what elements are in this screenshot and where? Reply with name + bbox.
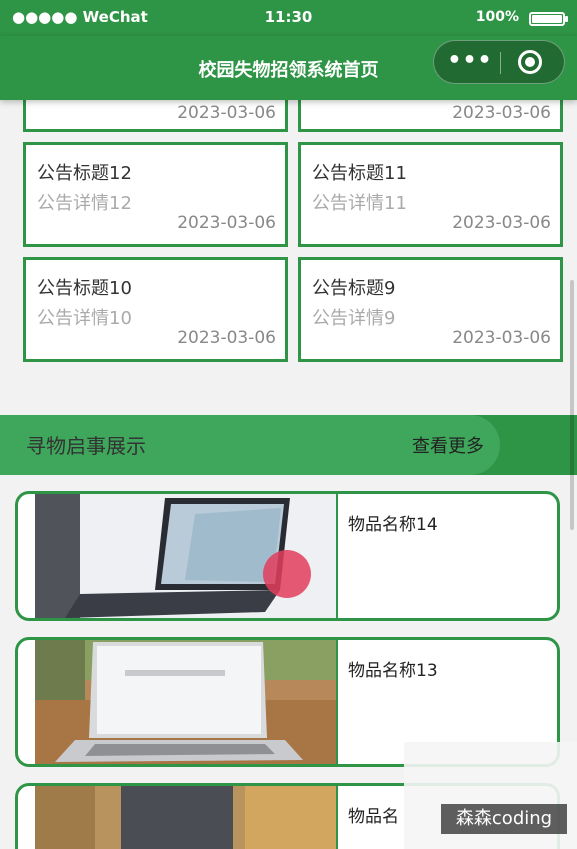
notice-date: 2023-03-06 (452, 328, 551, 348)
notice-card[interactable]: 公告标题12 公告详情12 2023-03-06 (23, 142, 288, 247)
notice-date: 2023-03-06 (452, 103, 551, 123)
notice-detail: 公告详情10 (37, 308, 132, 329)
page-content: 2023-03-06 2023-03-06 公告标题12 公告详情12 2023… (0, 0, 577, 849)
close-icon[interactable] (518, 50, 542, 74)
section-title: 寻物启事展示 (26, 434, 146, 458)
notice-detail: 公告详情11 (312, 193, 407, 214)
notice-title: 公告标题12 (37, 163, 132, 184)
capsule-divider (500, 52, 501, 74)
notice-date: 2023-03-06 (452, 213, 551, 233)
notice-card[interactable]: 公告标题10 公告详情10 2023-03-06 (23, 257, 288, 362)
scrollbar[interactable] (570, 280, 574, 530)
battery-percent: 100% (475, 9, 519, 25)
item-name: 物品名称14 (348, 515, 438, 535)
notice-title: 公告标题9 (312, 278, 396, 299)
notice-detail: 公告详情9 (312, 308, 396, 329)
nav-bar: 校园失物招领系统首页 ••• (0, 36, 577, 100)
notice-date: 2023-03-06 (177, 328, 276, 348)
view-more-link[interactable]: 查看更多 (412, 432, 484, 458)
notice-detail: 公告详情12 (37, 193, 132, 214)
section-header: 寻物启事展示 查看更多 (0, 415, 500, 475)
miniprogram-capsule: ••• (433, 40, 565, 84)
item-image (35, 640, 338, 764)
notice-card[interactable]: 公告标题11 公告详情11 2023-03-06 (298, 142, 563, 247)
more-icon[interactable]: ••• (444, 41, 496, 83)
notice-date: 2023-03-06 (177, 213, 276, 233)
notice-date: 2023-03-06 (177, 103, 276, 123)
battery-icon (529, 12, 568, 26)
watermark: 森森coding (441, 804, 567, 834)
notice-card[interactable]: 公告标题9 公告详情9 2023-03-06 (298, 257, 563, 362)
item-image (35, 786, 338, 849)
notice-title: 公告标题11 (312, 163, 407, 184)
notice-title: 公告标题10 (37, 278, 132, 299)
status-bar: ●●●●● WeChat 11:30 100% (0, 0, 577, 36)
item-name: 物品名称13 (348, 661, 438, 681)
lost-item-card[interactable]: 物品名称14 (15, 491, 560, 621)
item-image (35, 494, 338, 618)
item-name: 物品名 (348, 807, 399, 827)
